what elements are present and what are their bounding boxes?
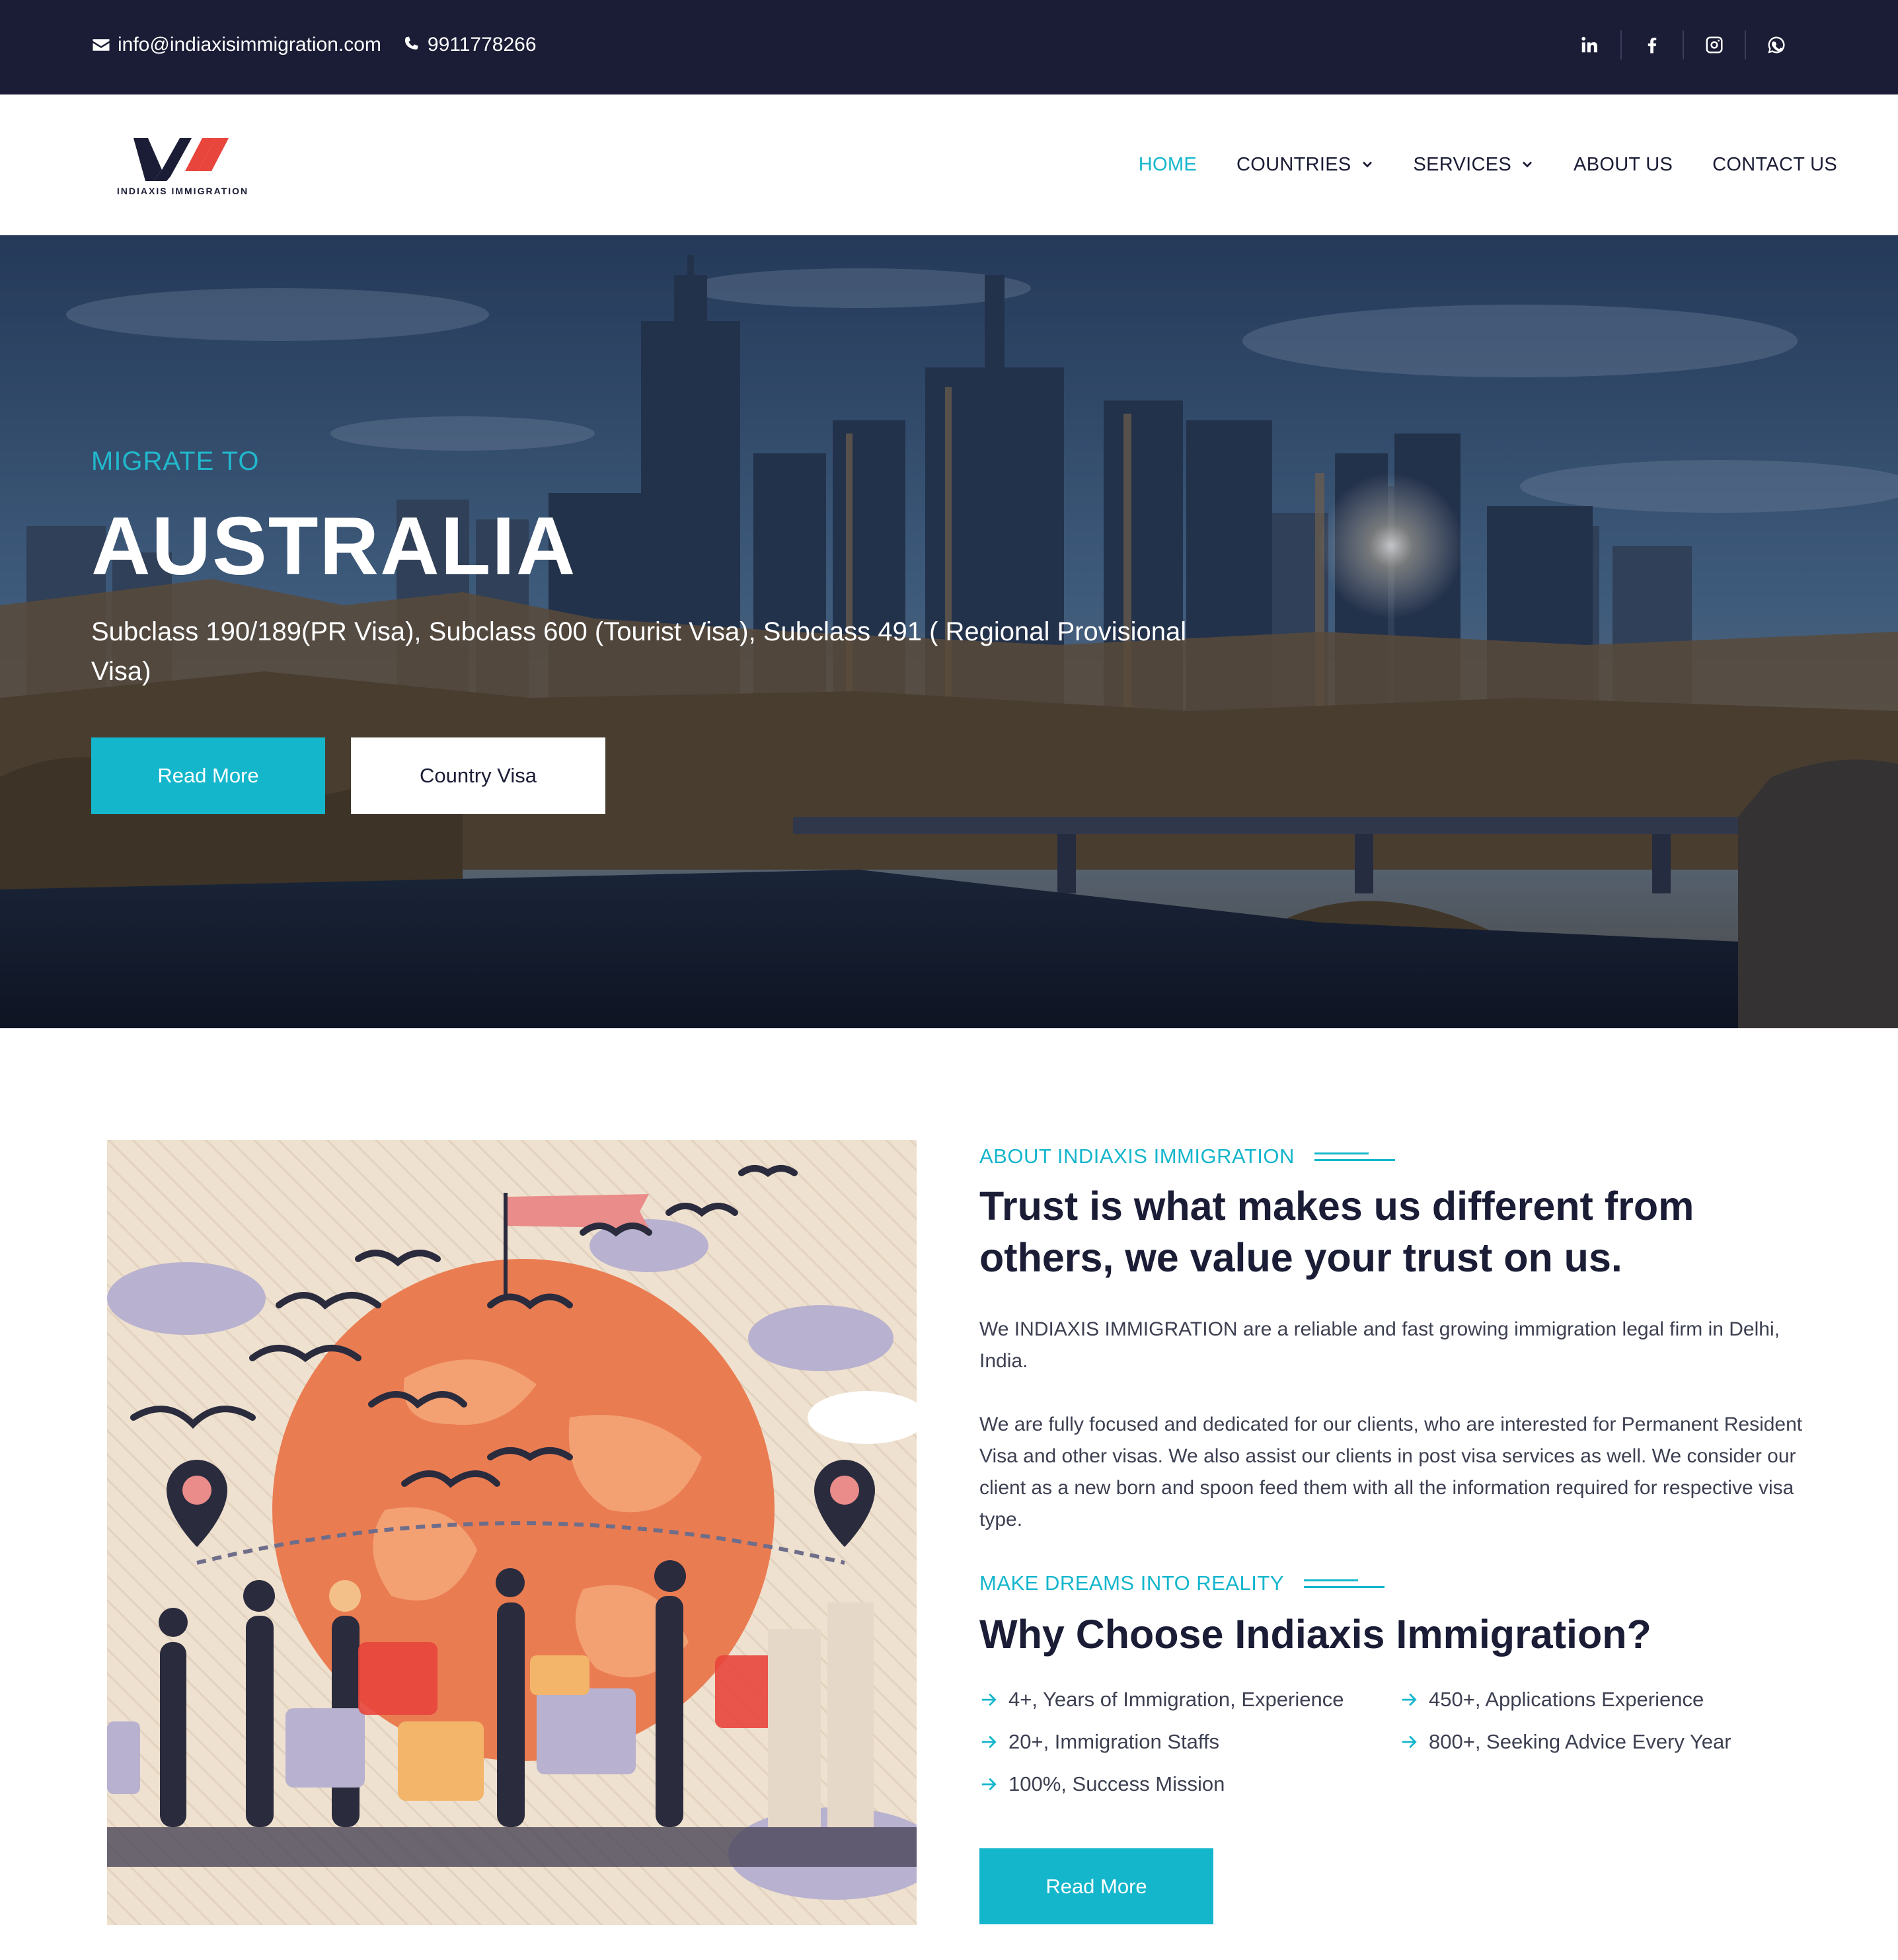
nav-about-us[interactable]: ABOUT US [1574, 154, 1673, 176]
nav-contact-us[interactable]: CONTACT US [1712, 154, 1837, 176]
nav-about-label: ABOUT US [1574, 154, 1673, 175]
read-more-button[interactable]: Read More [91, 737, 325, 814]
country-visa-button[interactable]: Country Visa [351, 737, 605, 814]
chevron-down-icon [1523, 161, 1533, 167]
arrow-right-icon [1402, 1693, 1417, 1706]
top-bar: info@indiaxisimmigration.com 9911778266 [0, 0, 1898, 94]
about-eyebrow-text: ABOUT INDIAXIS IMMIGRATION [979, 1145, 1295, 1168]
linkedin-icon [1581, 36, 1597, 53]
main-navigation: HOME COUNTRIES SERVICES ABOUT US CONTACT… [1139, 94, 1837, 235]
nav-services-label: SERVICES [1413, 154, 1512, 175]
feature-item: 800+, Seeking Advice Every Year [1400, 1727, 1823, 1756]
arrow-right-icon [981, 1693, 997, 1706]
why-read-more-button[interactable]: Read More [979, 1848, 1213, 1924]
feature-text: 4+, Years of Immigration, Experience [1008, 1688, 1344, 1711]
phone-text: 9911778266 [427, 34, 537, 56]
envelope-icon [93, 39, 110, 51]
eyebrow-line-decoration [1304, 1575, 1385, 1591]
main-header: INDIAXIS IMMIGRATION HOME COUNTRIES SERV… [0, 94, 1898, 235]
feature-text: 100%, Success Mission [1008, 1772, 1225, 1795]
hero-subtitle: Subclass 190/189(PR Visa), Subclass 600 … [91, 617, 1187, 686]
chevron-down-icon [1362, 161, 1372, 167]
nav-home-label: HOME [1138, 154, 1197, 175]
site-logo[interactable]: INDIAXIS IMMIGRATION [102, 132, 264, 198]
about-paragraph-1: We INDIAXIS IMMIGRATION are a reliable a… [979, 1318, 1780, 1372]
phone-link[interactable]: 9911778266 [401, 34, 537, 56]
why-features-list: 4+, Years of Immigration, Experience 450… [979, 1685, 1839, 1799]
about-paragraph-2: We are fully focused and dedicated for o… [979, 1413, 1803, 1530]
phone-icon [404, 36, 418, 50]
linkedin-link[interactable] [1558, 30, 1620, 59]
arrow-right-icon [1402, 1735, 1417, 1749]
why-eyebrow: MAKE DREAMS INTO REALITY [979, 1565, 1839, 1602]
why-eyebrow-text: MAKE DREAMS INTO REALITY [979, 1571, 1285, 1595]
whatsapp-link[interactable] [1745, 30, 1807, 59]
facebook-link[interactable] [1620, 30, 1683, 59]
why-heading: Why Choose Indiaxis Immigration? [979, 1612, 1651, 1657]
feature-item: 450+, Applications Experience [1400, 1685, 1823, 1714]
travel-illustration [107, 1140, 917, 1925]
about-section: ABOUT INDIAXIS IMMIGRATION Trust is what… [979, 1137, 1839, 1799]
nav-countries-label: COUNTRIES [1236, 154, 1351, 175]
arrow-right-icon [981, 1778, 997, 1791]
email-link[interactable]: info@indiaxisimmigration.com [91, 34, 381, 56]
facebook-icon [1648, 38, 1657, 54]
whatsapp-icon [1768, 36, 1785, 54]
arrow-right-icon [981, 1735, 997, 1749]
feature-text: 20+, Immigration Staffs [1008, 1730, 1220, 1753]
hero-title: AUSTRALIA [91, 501, 577, 592]
about-eyebrow: ABOUT INDIAXIS IMMIGRATION [979, 1138, 1839, 1175]
email-text: info@indiaxisimmigration.com [118, 34, 381, 56]
nav-contact-label: CONTACT US [1712, 154, 1837, 175]
feature-item: 20+, Immigration Staffs [979, 1727, 1400, 1756]
feature-item: 4+, Years of Immigration, Experience [979, 1685, 1400, 1714]
nav-countries[interactable]: COUNTRIES [1236, 154, 1374, 176]
social-links [1558, 0, 1807, 90]
logo-wordmark: INDIAXIS IMMIGRATION [116, 186, 249, 196]
hero-pretitle: MIGRATE TO [91, 447, 260, 476]
hero-banner: MIGRATE TO AUSTRALIA Subclass 190/189(PR… [0, 235, 1898, 1028]
eyebrow-line-decoration [1314, 1149, 1395, 1164]
nav-services[interactable]: SERVICES [1414, 154, 1535, 176]
nav-home[interactable]: HOME [1139, 154, 1197, 176]
about-heading: Trust is what makes us different from ot… [979, 1184, 1694, 1280]
feature-text: 450+, Applications Experience [1429, 1688, 1704, 1711]
feature-item: 100%, Success Mission [979, 1770, 1400, 1799]
logo-mark [133, 138, 229, 181]
instagram-icon [1706, 36, 1723, 54]
contact-info: info@indiaxisimmigration.com 9911778266 [91, 0, 537, 90]
travelers-globe-image [107, 1140, 917, 1925]
instagram-link[interactable] [1683, 30, 1745, 59]
feature-text: 800+, Seeking Advice Every Year [1429, 1730, 1731, 1753]
